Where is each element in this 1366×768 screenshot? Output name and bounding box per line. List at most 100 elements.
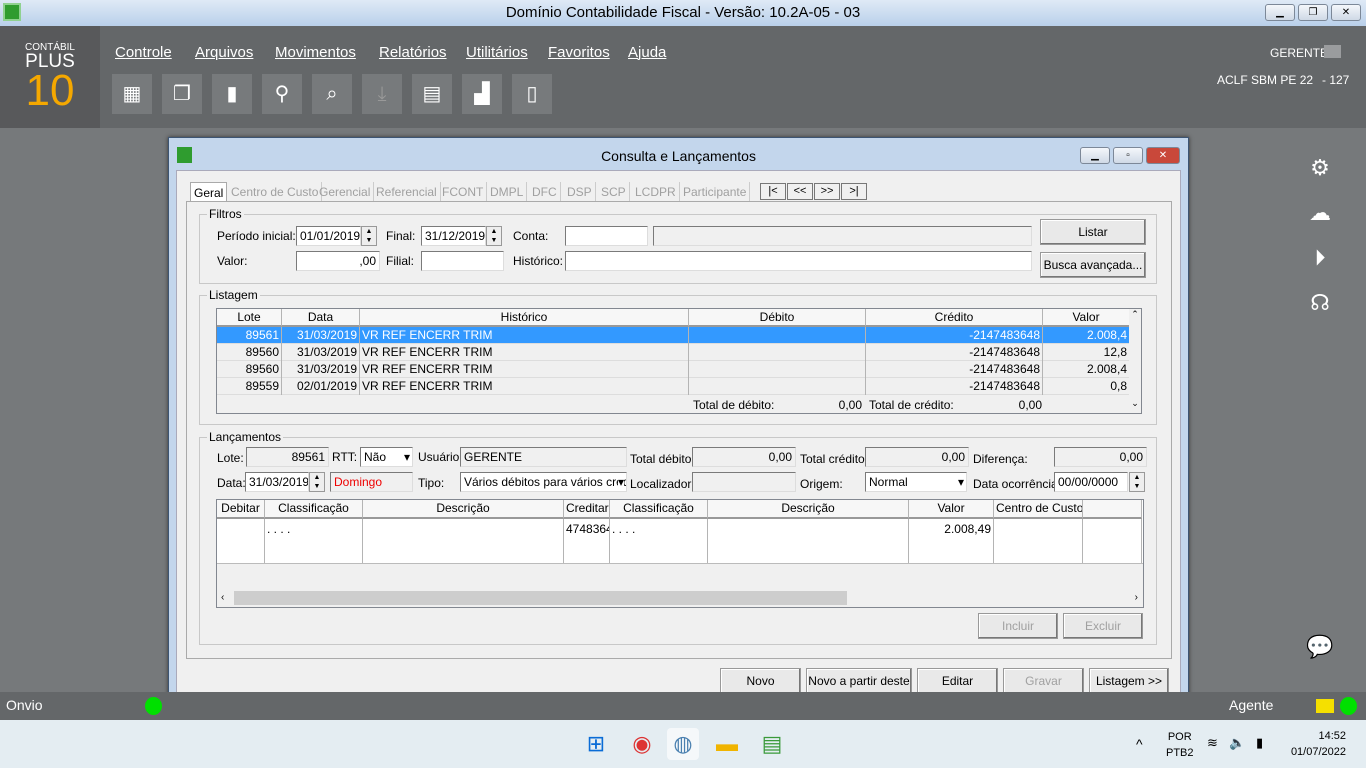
tipo-select[interactable]: Vários débitos para vários créd ▾ xyxy=(460,472,627,492)
dialog-minimize-button[interactable]: ▁ xyxy=(1080,147,1110,164)
tab-dfc[interactable]: DFC xyxy=(529,182,561,202)
column-header[interactable]: Débito xyxy=(689,309,866,327)
column-header[interactable]: Classificação xyxy=(265,500,363,519)
folder-search-icon[interactable]: ⌕ xyxy=(312,74,352,114)
table-cell[interactable]: . . . . xyxy=(610,519,708,563)
data-ocorrencia-spinner[interactable]: ▲ ▼ xyxy=(1129,472,1145,492)
menu-controle[interactable]: Controle xyxy=(115,44,172,61)
column-header[interactable]: Lote xyxy=(217,309,282,327)
excluir-button[interactable]: Excluir xyxy=(1063,613,1143,639)
column-header[interactable]: Descrição xyxy=(708,500,909,519)
table-row[interactable]: 89560 31/03/2019 VR REF ENCERR TRIM -214748… xyxy=(217,361,1130,378)
final-input[interactable]: 31/12/2019 xyxy=(421,226,486,246)
column-header[interactable]: Histórico xyxy=(360,309,689,327)
tab-dmpl[interactable]: DMPL xyxy=(487,182,528,202)
document-icon[interactable]: ▮ xyxy=(212,74,252,114)
chart-search-icon[interactable]: ▟ xyxy=(462,74,502,114)
gear-icon[interactable]: ⚙ xyxy=(1305,153,1335,183)
menu-favoritos[interactable]: Favoritos xyxy=(548,44,610,61)
valor-input[interactable]: ,00 xyxy=(296,251,380,271)
periodo-inicial-input[interactable]: 01/01/2019 xyxy=(296,226,361,246)
column-header[interactable]: Valor xyxy=(1043,309,1130,327)
column-header[interactable]: Data xyxy=(282,309,360,327)
table-row[interactable]: 89559 02/01/2019 VR REF ENCERR TRIM -214748… xyxy=(217,378,1130,395)
tab-gerencial[interactable]: Gerencial xyxy=(316,182,375,202)
play-icon[interactable]: ⏵ xyxy=(1305,243,1335,273)
tab-fcont[interactable]: FCONT xyxy=(439,182,488,202)
menu-ajuda[interactable]: Ajuda xyxy=(628,44,666,61)
final-spinner[interactable]: ▲ ▼ xyxy=(486,226,502,246)
chevron-up-icon[interactable]: ^ xyxy=(1136,736,1143,752)
cloud-upload-icon[interactable]: ☁ xyxy=(1305,198,1335,228)
menu-utilitarios[interactable]: Utilitários xyxy=(466,44,528,61)
listagem-scrollbar[interactable]: ⌃ ⌄ xyxy=(1129,309,1141,413)
editar-button[interactable]: Editar xyxy=(917,668,998,694)
table-cell[interactable] xyxy=(363,519,564,563)
chat-icon[interactable]: 💬 xyxy=(1305,632,1335,662)
notepad-icon[interactable]: ▤ xyxy=(756,728,788,760)
book-icon[interactable]: ▯ xyxy=(512,74,552,114)
column-header[interactable]: Descrição xyxy=(363,500,564,519)
table-cell[interactable]: . . . . xyxy=(265,519,363,563)
filial-input[interactable] xyxy=(421,251,504,271)
table-cell[interactable]: 2.008,49 xyxy=(909,519,994,563)
column-header[interactable]: Creditar xyxy=(564,500,610,519)
windows-start-icon[interactable]: ⊞ xyxy=(580,728,612,760)
copy-docs-icon[interactable]: ❐ xyxy=(162,74,202,114)
briefcase-icon[interactable] xyxy=(1316,699,1334,713)
file-explorer-icon[interactable]: ▬ xyxy=(711,728,743,760)
column-header[interactable]: Crédito xyxy=(866,309,1043,327)
data-ocorrencia-input[interactable]: 00/00/0000 xyxy=(1054,472,1128,492)
building-icon[interactable]: ▦ xyxy=(112,74,152,114)
listagem-button[interactable]: Listagem >> xyxy=(1089,668,1169,694)
clock[interactable]: 14:52 01/07/2022 xyxy=(1284,730,1346,758)
download-icon[interactable]: ⤓ xyxy=(362,74,402,114)
data-input[interactable]: 31/03/2019 xyxy=(245,472,309,492)
dialog-maximize-button[interactable]: ▫ xyxy=(1113,147,1143,164)
column-header[interactable]: Valor xyxy=(909,500,994,519)
avatar-icon[interactable]: ☊ xyxy=(1305,288,1335,318)
app-globe-icon[interactable]: ◍ xyxy=(667,728,699,760)
novo-button[interactable]: Novo xyxy=(720,668,801,694)
table-cell[interactable]: 47483648 xyxy=(564,519,610,563)
search-icon[interactable]: ⚲ xyxy=(262,74,302,114)
menu-relatorios[interactable]: Relatórios xyxy=(379,44,447,61)
table-cell[interactable] xyxy=(994,519,1083,563)
chrome-icon[interactable]: ◉ xyxy=(626,728,658,760)
menu-arquivos[interactable]: Arquivos xyxy=(195,44,253,61)
column-header[interactable]: Debitar xyxy=(217,500,265,519)
tab-referencial[interactable]: Referencial xyxy=(373,182,441,202)
gravar-button[interactable]: Gravar xyxy=(1003,668,1084,694)
table-row[interactable]: 89560 31/03/2019 VR REF ENCERR TRIM -214748… xyxy=(217,344,1130,361)
nav-next-button[interactable]: >> xyxy=(814,183,840,200)
calculator-icon[interactable]: ▤ xyxy=(412,74,452,114)
novo-a-partir-button[interactable]: Novo a partir deste xyxy=(806,668,912,694)
lancamentos-hscrollbar[interactable]: ‹ › xyxy=(217,590,1143,607)
listar-button[interactable]: Listar xyxy=(1040,219,1146,245)
periodo-spinner[interactable]: ▲ ▼ xyxy=(361,226,377,246)
minimize-button[interactable]: ▁ xyxy=(1265,4,1295,21)
column-header[interactable]: Centro de Custo xyxy=(994,500,1083,519)
nav-last-button[interactable]: >| xyxy=(841,183,867,200)
table-row[interactable]: 89561 31/03/2019 VR REF ENCERR TRIM -214748… xyxy=(217,327,1130,344)
rtt-select[interactable]: Não ▾ xyxy=(360,447,413,467)
tab-lcdpr[interactable]: LCDPR xyxy=(632,182,680,202)
historico-input[interactable] xyxy=(565,251,1032,271)
table-cell[interactable] xyxy=(217,519,265,563)
volume-icon[interactable]: 🔈 xyxy=(1229,735,1245,751)
nav-first-button[interactable]: |< xyxy=(760,183,786,200)
column-header[interactable]: Classificação xyxy=(610,500,708,519)
table-cell[interactable] xyxy=(1083,519,1142,563)
table-cell[interactable] xyxy=(708,519,909,563)
restore-button[interactable]: ❐ xyxy=(1298,4,1328,21)
busca-avancada-button[interactable]: Busca avançada... xyxy=(1040,252,1146,278)
language-indicator[interactable]: POR PTB2 xyxy=(1166,731,1194,759)
column-header[interactable] xyxy=(1083,500,1142,519)
wifi-icon[interactable]: ≋ xyxy=(1207,735,1218,751)
tab-participante[interactable]: Participante xyxy=(680,182,751,202)
tab-dsp[interactable]: DSP xyxy=(564,182,596,202)
close-button[interactable]: ✕ xyxy=(1331,4,1361,21)
conta-input[interactable] xyxy=(565,226,648,246)
menu-movimentos[interactable]: Movimentos xyxy=(275,44,356,61)
origem-select[interactable]: Normal ▾ xyxy=(865,472,967,492)
